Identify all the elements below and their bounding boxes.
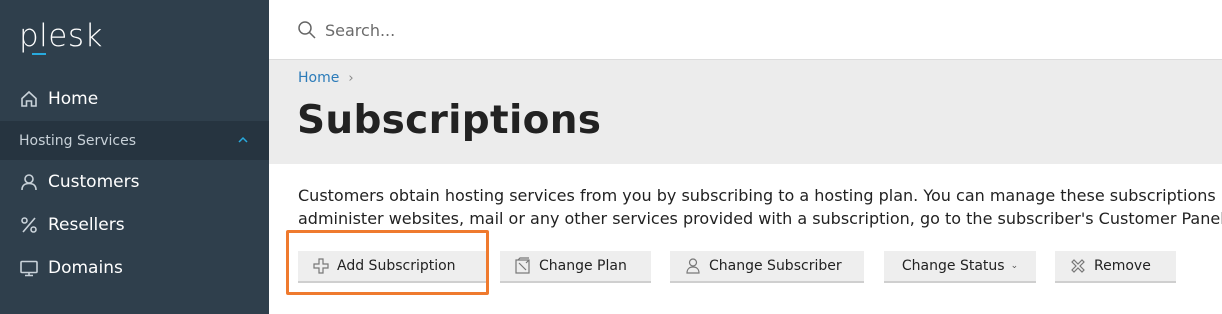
search-input[interactable] bbox=[325, 16, 825, 44]
button-label: Add Subscription bbox=[337, 258, 456, 274]
page-title: Subscriptions bbox=[297, 98, 602, 143]
logo-accent bbox=[32, 53, 46, 55]
remove-icon bbox=[1071, 259, 1085, 273]
page-description: Customers obtain hosting services from y… bbox=[298, 184, 1222, 230]
button-label: Change Plan bbox=[539, 258, 627, 274]
chevron-up-icon bbox=[238, 136, 248, 143]
monitor-icon bbox=[18, 257, 40, 279]
sidebar-item-label: Resellers bbox=[48, 215, 125, 235]
breadcrumb-home-link[interactable]: Home bbox=[298, 70, 339, 86]
sidebar-item-customers[interactable]: Customers bbox=[0, 162, 269, 202]
change-plan-button[interactable]: Change Plan bbox=[500, 251, 651, 283]
sidebar-item-label: Domains bbox=[48, 258, 123, 278]
add-subscription-button[interactable]: Add Subscription bbox=[298, 251, 486, 283]
search-icon bbox=[298, 21, 316, 39]
breadcrumb: Home › bbox=[298, 70, 354, 86]
sidebar-item-home[interactable]: Home bbox=[0, 79, 269, 119]
sidebar-item-label: Customers bbox=[48, 172, 140, 192]
button-label: Change Subscriber bbox=[709, 258, 842, 274]
user-icon bbox=[18, 171, 40, 193]
change-subscriber-button[interactable]: Change Subscriber bbox=[670, 251, 864, 283]
sidebar: plesk Home Hosting Services Customers Re… bbox=[0, 0, 269, 314]
chevron-down-icon: ⌄ bbox=[1010, 261, 1019, 271]
breadcrumb-separator: › bbox=[348, 70, 354, 86]
button-label: Change Status bbox=[901, 258, 1005, 274]
home-icon bbox=[18, 88, 40, 110]
sidebar-section-label: Hosting Services bbox=[19, 132, 137, 149]
change-plan-icon bbox=[515, 257, 530, 274]
page-header: Home › Subscriptions bbox=[269, 60, 1222, 164]
description-line-1: Customers obtain hosting services from y… bbox=[298, 186, 1222, 205]
description-line-2: administer websites, mail or any other s… bbox=[298, 209, 1222, 228]
change-status-dropdown[interactable]: Change Status ⌄ bbox=[884, 251, 1036, 283]
plesk-logo[interactable]: plesk bbox=[19, 18, 103, 54]
button-label: Remove bbox=[1094, 258, 1151, 274]
sidebar-item-resellers[interactable]: Resellers bbox=[0, 205, 269, 245]
change-subscriber-icon bbox=[686, 258, 700, 274]
top-bar bbox=[269, 0, 1222, 60]
plus-icon bbox=[313, 258, 329, 274]
sidebar-item-domains[interactable]: Domains bbox=[0, 248, 269, 288]
sidebar-section-hosting-services[interactable]: Hosting Services bbox=[0, 121, 269, 160]
percent-icon bbox=[18, 214, 40, 236]
sidebar-item-label: Home bbox=[48, 89, 99, 109]
remove-button[interactable]: Remove bbox=[1055, 251, 1176, 283]
